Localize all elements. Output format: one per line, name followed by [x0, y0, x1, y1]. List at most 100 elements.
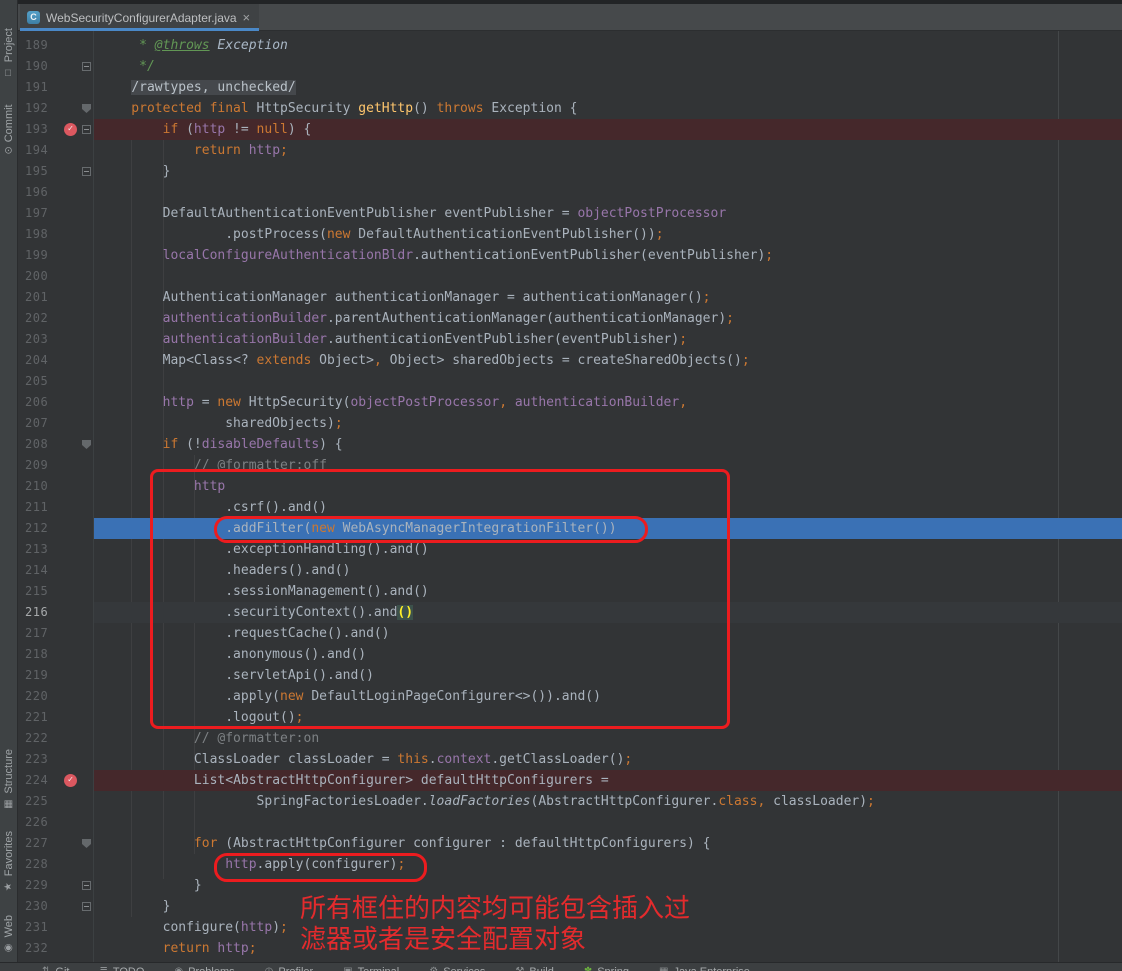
line-number[interactable]: 197	[25, 203, 59, 224]
fold-collapse-icon[interactable]	[82, 167, 91, 176]
line-number[interactable]: 216	[25, 602, 59, 623]
code-line-222[interactable]: 222 // @formatter:on	[18, 728, 1122, 749]
code-line-227[interactable]: 227 for (AbstractHttpConfigurer configur…	[18, 833, 1122, 854]
line-number[interactable]: 200	[25, 266, 59, 287]
line-number[interactable]: 215	[25, 581, 59, 602]
breakpoint-icon[interactable]: ✓	[64, 123, 77, 136]
toolwindow-button-terminal[interactable]: ▣Terminal	[343, 966, 399, 971]
line-number[interactable]: 193	[25, 119, 59, 140]
line-number[interactable]: 210	[25, 476, 59, 497]
toolwindow-button-problems[interactable]: ◉Problems	[174, 966, 234, 971]
line-number[interactable]: 191	[25, 77, 59, 98]
line-number[interactable]: 230	[25, 896, 59, 917]
line-number[interactable]: 227	[25, 833, 59, 854]
code-line-225[interactable]: 225 SpringFactoriesLoader.loadFactories(…	[18, 791, 1122, 812]
fold-collapse-icon[interactable]	[82, 902, 91, 911]
code-line-207[interactable]: 207 sharedObjects);	[18, 413, 1122, 434]
line-number[interactable]: 213	[25, 539, 59, 560]
stripe-item-web[interactable]: ◉Web	[3, 915, 15, 953]
line-number[interactable]: 228	[25, 854, 59, 875]
line-number[interactable]: 211	[25, 497, 59, 518]
stripe-item-favorites[interactable]: ★Favorites	[3, 831, 15, 892]
line-number[interactable]: 201	[25, 287, 59, 308]
fold-arrow-icon[interactable]	[82, 440, 91, 449]
toolwindow-button-git[interactable]: ⇅Git	[42, 966, 69, 971]
line-number[interactable]: 226	[25, 812, 59, 833]
fold-collapse-icon[interactable]	[82, 62, 91, 71]
code-line-190[interactable]: 190 */	[18, 56, 1122, 77]
line-number[interactable]: 219	[25, 665, 59, 686]
toolwindow-button-profiler[interactable]: ◷Profiler	[265, 966, 314, 971]
line-number[interactable]: 199	[25, 245, 59, 266]
line-number[interactable]: 232	[25, 938, 59, 959]
line-number[interactable]: 209	[25, 455, 59, 476]
code-line-197[interactable]: 197 DefaultAuthenticationEventPublisher …	[18, 203, 1122, 224]
stripe-item-structure[interactable]: ▦Structure	[3, 749, 15, 810]
line-number[interactable]: 223	[25, 749, 59, 770]
code-line-203[interactable]: 203 authenticationBuilder.authentication…	[18, 329, 1122, 350]
line-number[interactable]: 198	[25, 224, 59, 245]
line-number[interactable]: 221	[25, 707, 59, 728]
line-number[interactable]: 206	[25, 392, 59, 413]
code-line-199[interactable]: 199 localConfigureAuthenticationBldr.aut…	[18, 245, 1122, 266]
toolwindow-button-services[interactable]: ⚙Services	[429, 966, 485, 971]
code-line-189[interactable]: 189 * @throws Exception	[18, 35, 1122, 56]
fold-collapse-icon[interactable]	[82, 125, 91, 134]
line-number[interactable]: 190	[25, 56, 59, 77]
code-line-223[interactable]: 223 ClassLoader classLoader = this.conte…	[18, 749, 1122, 770]
line-number[interactable]: 195	[25, 161, 59, 182]
line-number[interactable]: 218	[25, 644, 59, 665]
code-line-196[interactable]: 196	[18, 182, 1122, 203]
line-number[interactable]: 189	[25, 35, 59, 56]
code-line-198[interactable]: 198 .postProcess(new DefaultAuthenticati…	[18, 224, 1122, 245]
line-number[interactable]: 208	[25, 434, 59, 455]
line-number[interactable]: 196	[25, 182, 59, 203]
code-line-200[interactable]: 200	[18, 266, 1122, 287]
code-line-193[interactable]: 193✓ if (http != null) {	[18, 119, 1122, 140]
line-number[interactable]: 203	[25, 329, 59, 350]
code-line-204[interactable]: 204 Map<Class<? extends Object>, Object>…	[18, 350, 1122, 371]
code-line-202[interactable]: 202 authenticationBuilder.parentAuthenti…	[18, 308, 1122, 329]
code-line-224[interactable]: 224✓ List<AbstractHttpConfigurer> defaul…	[18, 770, 1122, 791]
breakpoint-icon[interactable]: ✓	[64, 774, 77, 787]
toolwindow-button-build[interactable]: ⚒Build	[515, 966, 553, 971]
code-line-208[interactable]: 208 if (!disableDefaults) {	[18, 434, 1122, 455]
line-number[interactable]: 202	[25, 308, 59, 329]
fold-collapse-icon[interactable]	[82, 881, 91, 890]
code-line-205[interactable]: 205	[18, 371, 1122, 392]
code-line-226[interactable]: 226	[18, 812, 1122, 833]
stripe-item-commit[interactable]: ⊙Commit	[3, 104, 15, 155]
line-number[interactable]: 217	[25, 623, 59, 644]
line-number[interactable]: 194	[25, 140, 59, 161]
tab-websecurityconfigureradapter[interactable]: C WebSecurityConfigurerAdapter.java ×	[20, 4, 259, 31]
code-line-194[interactable]: 194 return http;	[18, 140, 1122, 161]
line-number[interactable]: 224	[25, 770, 59, 791]
toolwindow-button-spring[interactable]: ✽Spring	[584, 966, 629, 971]
line-number[interactable]: 205	[25, 371, 59, 392]
line-number[interactable]: 231	[25, 917, 59, 938]
line-number[interactable]: 229	[25, 875, 59, 896]
code-line-195[interactable]: 195 }	[18, 161, 1122, 182]
toolwindow-button-todo[interactable]: ≣TODO	[99, 966, 144, 971]
toolwindow-button-label: TODO	[113, 966, 145, 971]
fold-arrow-icon[interactable]	[82, 839, 91, 848]
code-editor[interactable]: 189 * @throws Exception190 */191 /rawtyp…	[18, 31, 1122, 962]
tab-close-icon[interactable]: ×	[243, 11, 251, 24]
fold-arrow-icon[interactable]	[82, 104, 91, 113]
code-line-206[interactable]: 206 http = new HttpSecurity(objectPostPr…	[18, 392, 1122, 413]
folded-region[interactable]: /rawtypes, unchecked/	[131, 80, 295, 95]
stripe-item-project[interactable]: □Project	[3, 28, 15, 78]
line-number[interactable]: 214	[25, 560, 59, 581]
line-number[interactable]: 225	[25, 791, 59, 812]
line-number[interactable]: 207	[25, 413, 59, 434]
line-number[interactable]: 220	[25, 686, 59, 707]
code-line-192[interactable]: 192 protected final HttpSecurity getHttp…	[18, 98, 1122, 119]
line-number[interactable]: 222	[25, 728, 59, 749]
code-line-228[interactable]: 228 http.apply(configurer);	[18, 854, 1122, 875]
toolwindow-button-java-enterprise[interactable]: ▦Java Enterprise	[659, 966, 750, 971]
code-line-201[interactable]: 201 AuthenticationManager authentication…	[18, 287, 1122, 308]
line-number[interactable]: 204	[25, 350, 59, 371]
line-number[interactable]: 192	[25, 98, 59, 119]
line-number[interactable]: 212	[25, 518, 59, 539]
code-line-191[interactable]: 191 /rawtypes, unchecked/	[18, 77, 1122, 98]
